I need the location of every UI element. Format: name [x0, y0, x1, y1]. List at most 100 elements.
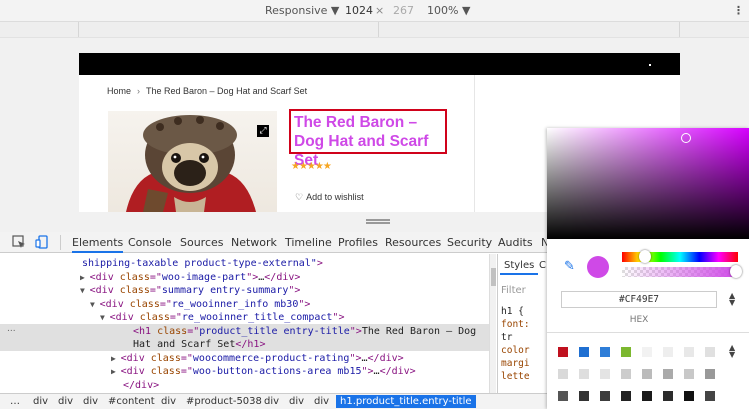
- alpha-slider[interactable]: [622, 267, 738, 277]
- palette-swatch[interactable]: [684, 369, 694, 379]
- dom-crumb-selected[interactable]: h1.product_title.entry-title: [336, 395, 476, 408]
- palette-switch-icon[interactable]: ▲ ▼: [729, 344, 735, 359]
- dom-crumb[interactable]: div: [264, 396, 279, 407]
- dom-node-line[interactable]: Hat and Scarf Set</h1>: [133, 338, 265, 351]
- collapse-triangle-icon[interactable]: ▼: [100, 313, 110, 322]
- viewport-width-input[interactable]: 1024: [345, 4, 373, 17]
- saturation-value-area[interactable]: [547, 128, 749, 239]
- palette-swatch[interactable]: [684, 391, 694, 401]
- collapse-triangle-icon[interactable]: ▼: [80, 286, 90, 295]
- dom-crumb[interactable]: div: [58, 396, 73, 407]
- hex-value-input[interactable]: #CF49E7: [561, 291, 717, 308]
- tab-resources[interactable]: Resources: [385, 236, 441, 249]
- dom-crumb[interactable]: #product-5038: [186, 396, 262, 407]
- dom-node-line[interactable]: ▶ <div class="woo-button-actions-area mb…: [111, 365, 416, 378]
- breadcrumb-home-link[interactable]: Home: [107, 86, 131, 96]
- palette-swatch[interactable]: [663, 347, 673, 357]
- eyedropper-icon[interactable]: ✎: [564, 259, 575, 274]
- color-picker-handle[interactable]: [681, 133, 691, 143]
- tab-sources[interactable]: Sources: [180, 236, 224, 249]
- expand-triangle-icon[interactable]: ▶: [111, 354, 121, 363]
- expand-triangle-icon[interactable]: ▶: [111, 367, 121, 376]
- viewport-height-input[interactable]: 267: [393, 4, 414, 17]
- palette-swatch[interactable]: [684, 347, 694, 357]
- rating-stars[interactable]: ★★★★★: [291, 161, 332, 172]
- collapse-triangle-icon[interactable]: ▼: [90, 300, 100, 309]
- palette-swatch[interactable]: [600, 347, 610, 357]
- node-actions-ellipsis[interactable]: ...: [7, 324, 16, 334]
- palette-swatch[interactable]: [600, 391, 610, 401]
- css-rule-line[interactable]: lette: [501, 371, 530, 382]
- palette-swatch[interactable]: [621, 391, 631, 401]
- device-mode-select[interactable]: Responsive ▼: [265, 4, 339, 17]
- tab-computed[interactable]: C: [539, 260, 546, 271]
- palette-swatch[interactable]: [579, 347, 589, 357]
- tab-security[interactable]: Security: [447, 236, 492, 249]
- dom-token: <div: [120, 366, 151, 377]
- expand-icon[interactable]: ⤢: [257, 125, 269, 137]
- elements-scrollbar[interactable]: [489, 254, 496, 394]
- palette-swatch[interactable]: [705, 347, 715, 357]
- palette-swatch[interactable]: [558, 391, 568, 401]
- palette-swatch[interactable]: [621, 347, 631, 357]
- tab-audits[interactable]: Audits: [498, 236, 533, 249]
- dom-crumb[interactable]: #content: [108, 396, 155, 407]
- dom-node-line[interactable]: ▶ <div class="woocommerce-product-rating…: [111, 352, 404, 365]
- dom-crumb[interactable]: div: [83, 396, 98, 407]
- css-rule-line[interactable]: margi: [501, 358, 530, 369]
- css-token: color: [501, 345, 530, 356]
- zoom-select[interactable]: 100% ▼: [427, 4, 470, 17]
- elements-dom-tree[interactable]: ... shipping-taxable product-type-extern…: [0, 254, 489, 394]
- tab-elements[interactable]: Elements: [72, 236, 124, 253]
- dom-crumb[interactable]: …: [10, 396, 20, 407]
- dom-node-line[interactable]: ▶ <div class="woo-image-part">…</div>: [80, 271, 300, 284]
- ruler-segment[interactable]: [79, 22, 379, 37]
- tab-timeline[interactable]: Timeline: [285, 236, 332, 249]
- alpha-slider-handle[interactable]: [730, 265, 742, 278]
- dom-node-line[interactable]: shipping-taxable product-type-external">: [82, 257, 323, 270]
- css-rule-line[interactable]: color: [501, 345, 530, 356]
- dom-node-line[interactable]: </div>: [123, 379, 159, 392]
- css-rule-line[interactable]: tr: [501, 332, 512, 343]
- tab-console[interactable]: Console: [128, 236, 172, 249]
- dom-node-line[interactable]: <h1 class="product_title entry-title">Th…: [133, 325, 476, 338]
- expand-triangle-icon[interactable]: ▶: [80, 273, 90, 282]
- palette-swatch[interactable]: [558, 347, 568, 357]
- inspect-element-icon[interactable]: [12, 235, 26, 249]
- dom-crumb[interactable]: div: [161, 396, 176, 407]
- ruler-segment[interactable]: [379, 22, 680, 37]
- palette-swatch[interactable]: [663, 391, 673, 401]
- product-image[interactable]: [108, 111, 277, 212]
- palette-swatch[interactable]: [642, 369, 652, 379]
- palette-swatch[interactable]: [642, 391, 652, 401]
- tab-styles[interactable]: Styles: [500, 258, 539, 275]
- css-rule-line[interactable]: h1 {: [501, 306, 524, 317]
- media-query-ruler[interactable]: [0, 22, 749, 38]
- more-vertical-icon[interactable]: ⋮: [733, 4, 744, 17]
- palette-swatch[interactable]: [663, 369, 673, 379]
- css-rule-line[interactable]: font:: [501, 319, 530, 330]
- hue-slider-handle[interactable]: [639, 250, 651, 263]
- dom-crumb[interactable]: div: [33, 396, 48, 407]
- tab-profiles[interactable]: Profiles: [338, 236, 378, 249]
- dom-crumb[interactable]: div: [314, 396, 329, 407]
- css-token: font:: [501, 319, 530, 330]
- palette-swatch[interactable]: [621, 369, 631, 379]
- dom-node-line[interactable]: ▼ <div class="re_wooinner_info mb30">: [90, 298, 310, 311]
- palette-swatch[interactable]: [558, 369, 568, 379]
- device-toggle-icon[interactable]: [35, 235, 49, 249]
- styles-filter-input[interactable]: Filter: [501, 285, 526, 296]
- dom-node-line[interactable]: ▼ <div class="summary entry-summary">: [80, 284, 300, 297]
- add-to-wishlist-link[interactable]: ♡ Add to wishlist: [295, 192, 364, 203]
- palette-swatch[interactable]: [705, 391, 715, 401]
- palette-swatch[interactable]: [600, 369, 610, 379]
- palette-swatch[interactable]: [705, 369, 715, 379]
- ruler-segment[interactable]: [0, 22, 79, 37]
- palette-swatch[interactable]: [642, 347, 652, 357]
- palette-swatch[interactable]: [579, 391, 589, 401]
- palette-swatch[interactable]: [579, 369, 589, 379]
- format-switch-icon[interactable]: ▲ ▼: [729, 292, 735, 307]
- dom-crumb[interactable]: div: [289, 396, 304, 407]
- tab-network[interactable]: Network: [231, 236, 277, 249]
- dom-node-line[interactable]: ▼ <div class="re_wooinner_title_compact"…: [100, 311, 344, 324]
